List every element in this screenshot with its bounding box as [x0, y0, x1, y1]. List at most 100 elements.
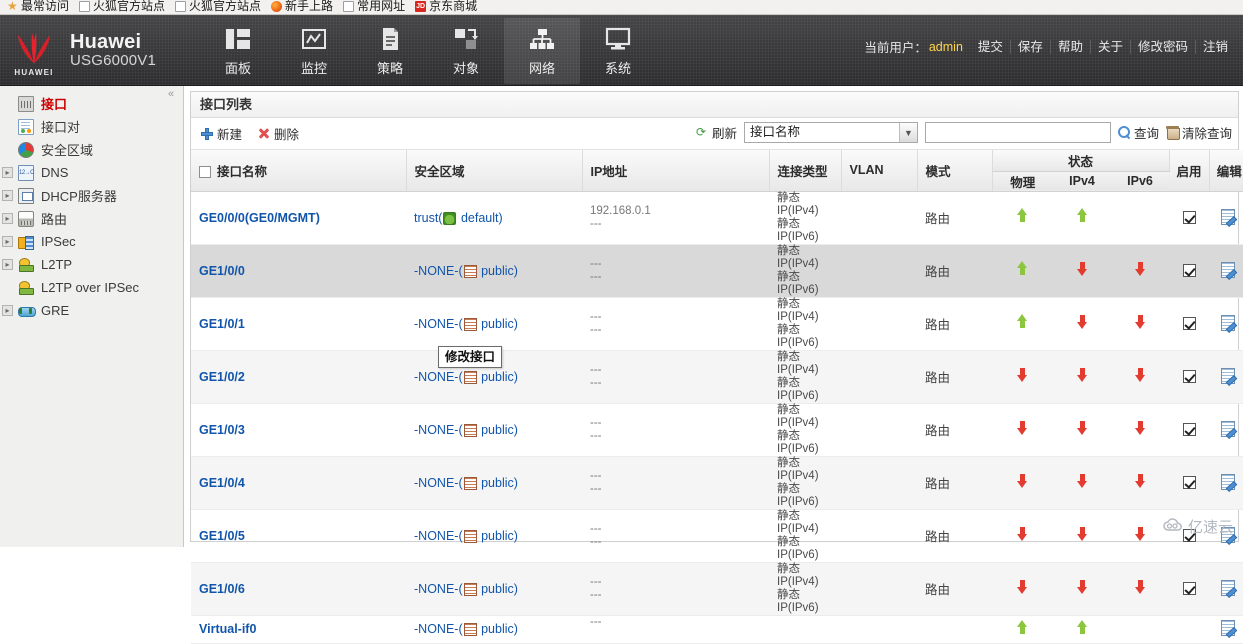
edit-icon[interactable]: [1221, 367, 1237, 384]
edit-icon[interactable]: [1221, 261, 1237, 278]
bookmark-item[interactable]: 常用网址: [340, 0, 412, 14]
new-button[interactable]: 新建: [201, 124, 242, 143]
cell-interface-name[interactable]: GE1/0/5: [191, 509, 406, 563]
expand-arrow-icon[interactable]: ▸: [2, 236, 13, 247]
nav-tab-dashboard[interactable]: 面板: [200, 18, 276, 84]
cell-security-zone[interactable]: trust( default): [406, 191, 582, 245]
bookmark-item[interactable]: ★ 最常访问: [4, 0, 76, 14]
table-row[interactable]: GE1/0/3 -NONE-( public) --- --- 静态IP(IPv4) 静态…: [191, 403, 1243, 457]
enable-checkbox[interactable]: [1182, 263, 1196, 277]
nav-tab-object[interactable]: 对象: [428, 18, 504, 84]
table-row[interactable]: GE1/0/6 -NONE-( public) --- --- 静态IP(IPv4) 静态…: [191, 562, 1243, 616]
sidebar-item-route[interactable]: ▸ 路由: [0, 207, 183, 230]
query-button[interactable]: 查询: [1117, 123, 1159, 142]
cell-interface-name[interactable]: GE1/0/3: [191, 403, 406, 457]
sidebar-item-gre[interactable]: ▸ GRE: [0, 299, 183, 322]
cell-enable[interactable]: [1169, 244, 1209, 298]
cell-security-zone[interactable]: -NONE-( public): [406, 403, 582, 457]
select-all-checkbox[interactable]: [199, 165, 211, 178]
table-row[interactable]: GE1/0/2 -NONE-( public) --- --- 静态IP(IPv4) 静态…: [191, 350, 1243, 404]
cell-enable[interactable]: [1169, 297, 1209, 351]
nav-tab-system[interactable]: 系统: [580, 18, 656, 84]
cell-edit[interactable]: [1209, 403, 1243, 457]
bookmark-item[interactable]: 火狐官方站点: [172, 0, 268, 14]
nav-tab-network[interactable]: 网络: [504, 17, 580, 84]
cell-interface-name[interactable]: Virtual-if0: [191, 615, 406, 644]
bookmark-item[interactable]: 火狐官方站点: [76, 0, 172, 14]
cell-edit[interactable]: [1209, 244, 1243, 298]
nav-tab-monitor[interactable]: 监控: [276, 18, 352, 84]
help-link[interactable]: 帮助: [1049, 39, 1090, 54]
sidebar-item-ipsec[interactable]: ▸ IPSec: [0, 230, 183, 253]
delete-button[interactable]: 删除: [258, 124, 299, 143]
cell-enable[interactable]: [1169, 350, 1209, 404]
enable-checkbox[interactable]: [1182, 422, 1196, 436]
expand-arrow-icon[interactable]: ▸: [2, 305, 13, 316]
cell-security-zone[interactable]: -NONE-( public): [406, 297, 582, 351]
expand-arrow-icon[interactable]: ▸: [2, 213, 13, 224]
sidebar-item-interface[interactable]: 接口: [0, 92, 183, 115]
nav-tab-policy[interactable]: 策略: [352, 18, 428, 84]
edit-icon[interactable]: [1221, 473, 1237, 490]
cell-interface-name[interactable]: GE1/0/2: [191, 350, 406, 404]
expand-arrow-icon[interactable]: ▸: [2, 190, 13, 201]
cell-edit[interactable]: [1209, 350, 1243, 404]
edit-icon[interactable]: [1221, 208, 1237, 225]
cell-interface-name[interactable]: GE1/0/6: [191, 562, 406, 616]
enable-checkbox[interactable]: [1182, 475, 1196, 489]
cell-security-zone[interactable]: -NONE-( public): [406, 615, 582, 644]
table-row[interactable]: GE1/0/0 -NONE-( public) --- --- 静态IP(IPv4) 静态…: [191, 244, 1243, 298]
table-row[interactable]: Virtual-if0 -NONE-( public) ---: [191, 615, 1243, 644]
save-link[interactable]: 保存: [1009, 39, 1050, 54]
cell-edit[interactable]: [1209, 615, 1243, 644]
cell-edit[interactable]: [1209, 297, 1243, 351]
about-link[interactable]: 关于: [1089, 39, 1130, 54]
chevron-down-icon[interactable]: ▼: [898, 123, 917, 142]
edit-icon[interactable]: [1221, 620, 1237, 636]
table-row[interactable]: GE1/0/5 -NONE-( public) --- --- 静态IP(IPv4) 静态…: [191, 509, 1243, 563]
expand-arrow-icon[interactable]: ▸: [2, 167, 13, 178]
enable-checkbox[interactable]: [1182, 369, 1196, 383]
cell-interface-name[interactable]: GE1/0/0: [191, 244, 406, 298]
enable-checkbox[interactable]: [1182, 210, 1196, 224]
cell-enable[interactable]: [1169, 191, 1209, 245]
cell-interface-name[interactable]: GE1/0/4: [191, 456, 406, 510]
expand-arrow-icon[interactable]: ▸: [2, 259, 13, 270]
submit-link[interactable]: 提交: [971, 40, 1010, 54]
enable-checkbox[interactable]: [1182, 316, 1196, 330]
table-row[interactable]: GE0/0/0(GE0/MGMT) trust( default) 192.168.…: [191, 191, 1243, 245]
table-row[interactable]: GE1/0/1 -NONE-( public) --- --- 静态IP(IPv4) 静态…: [191, 297, 1243, 351]
edit-icon[interactable]: [1221, 420, 1237, 437]
sidebar-item-interface-pair[interactable]: 接口对: [0, 115, 183, 138]
edit-icon[interactable]: [1221, 579, 1237, 596]
search-input[interactable]: [924, 122, 1111, 143]
cell-edit[interactable]: [1209, 456, 1243, 510]
edit-icon[interactable]: [1221, 314, 1237, 331]
cell-interface-name[interactable]: GE0/0/0(GE0/MGMT): [191, 191, 406, 245]
cell-enable[interactable]: [1169, 456, 1209, 510]
cell-edit[interactable]: [1209, 562, 1243, 616]
cell-enable[interactable]: [1169, 403, 1209, 457]
change-password-link[interactable]: 修改密码: [1129, 39, 1195, 54]
bookmark-item[interactable]: 新手上路: [268, 0, 340, 14]
cell-security-zone[interactable]: -NONE-( public): [406, 456, 582, 510]
cell-enable[interactable]: [1169, 562, 1209, 616]
clear-query-button[interactable]: 清除查询: [1165, 123, 1232, 142]
bookmark-item[interactable]: JD 京东商城: [412, 0, 484, 14]
logout-link[interactable]: 注销: [1194, 39, 1235, 54]
sidebar-item-l2tp-over-ipsec[interactable]: L2TP over IPSec: [0, 276, 183, 299]
cell-enable[interactable]: [1169, 615, 1209, 644]
filter-field-select[interactable]: 接口名称 ▼: [743, 122, 918, 143]
sidebar-item-l2tp[interactable]: ▸ L2TP: [0, 253, 183, 276]
cell-security-zone[interactable]: -NONE-( public): [406, 562, 582, 616]
cell-security-zone[interactable]: -NONE-( public): [406, 244, 582, 298]
cell-edit[interactable]: [1209, 191, 1243, 245]
cell-interface-name[interactable]: GE1/0/1: [191, 297, 406, 351]
cell-security-zone[interactable]: -NONE-( public): [406, 509, 582, 563]
table-row[interactable]: GE1/0/4 -NONE-( public) --- --- 静态IP(IPv4) 静态…: [191, 456, 1243, 510]
sidebar-item-dhcp-server[interactable]: ▸ DHCP服务器: [0, 184, 183, 207]
sidebar-item-dns[interactable]: ▸ 12→C DNS: [0, 161, 183, 184]
refresh-button[interactable]: ⟳ 刷新: [696, 123, 737, 142]
sidebar-item-security-zone[interactable]: 安全区域: [0, 138, 183, 161]
enable-checkbox[interactable]: [1182, 581, 1196, 595]
